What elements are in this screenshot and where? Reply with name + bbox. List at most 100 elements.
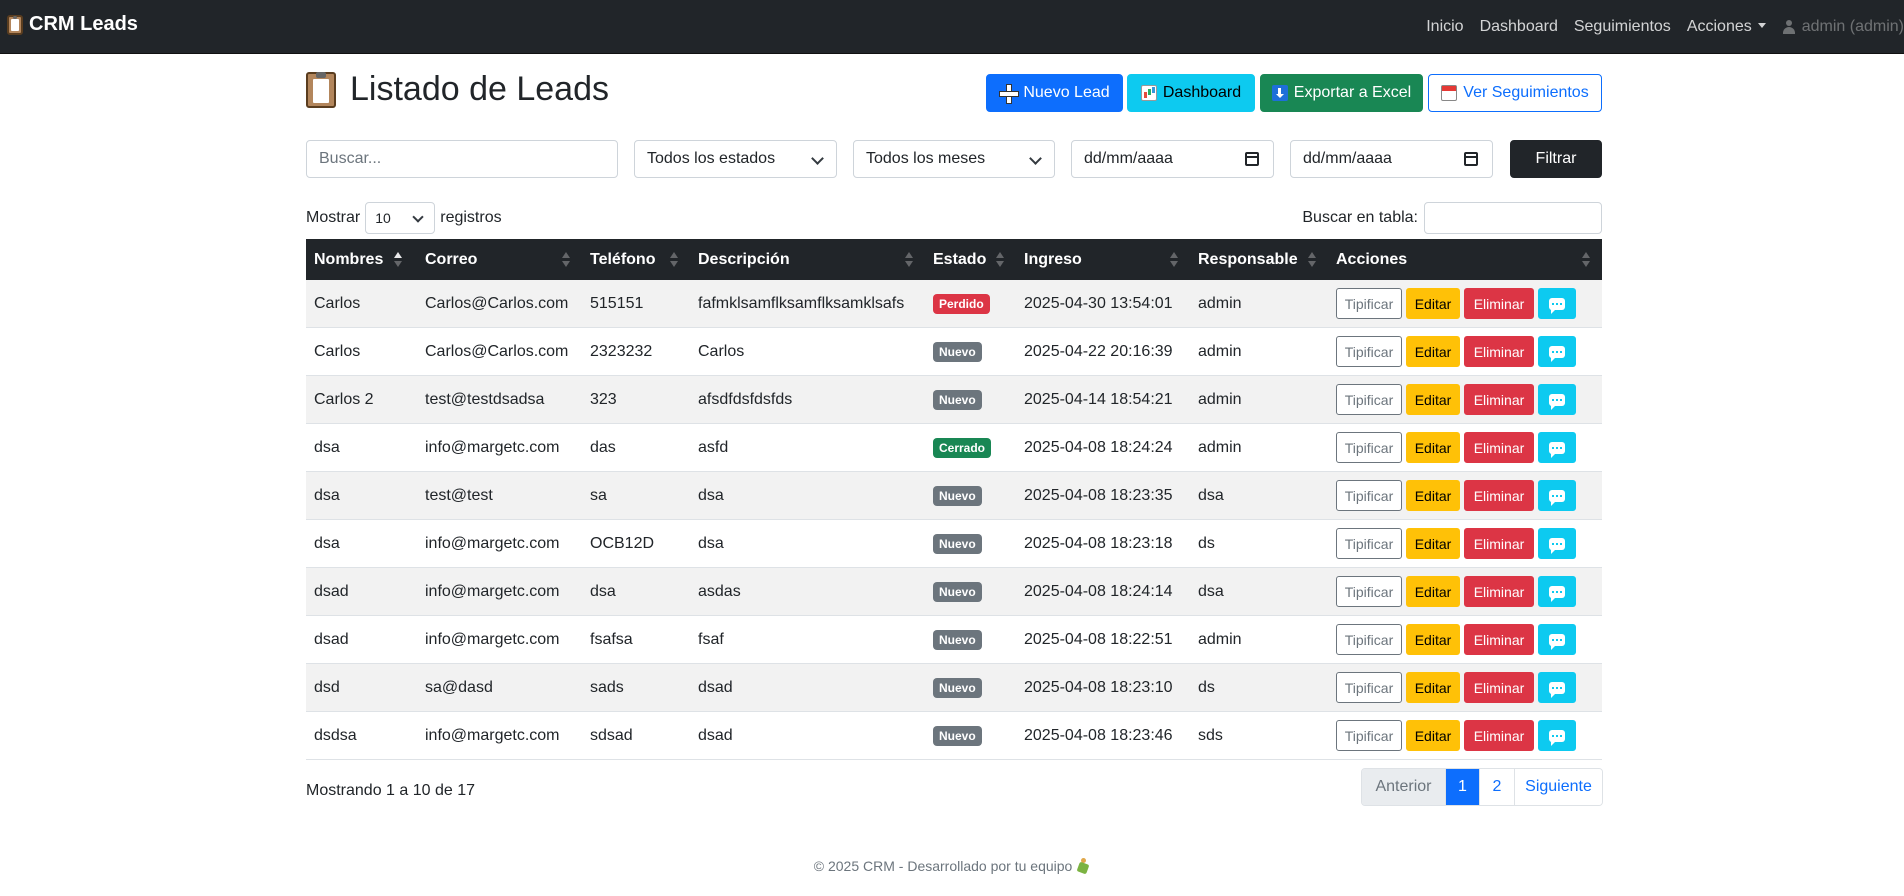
calendar-icon[interactable] [1245, 152, 1259, 166]
status-select[interactable]: Todos los estados [634, 140, 837, 178]
status-badge: Nuevo [933, 725, 982, 746]
cell-descripcion: Carlos [698, 342, 745, 360]
column-header-6[interactable]: Responsable [1190, 239, 1298, 280]
column-header-3[interactable]: Descripción [690, 239, 790, 280]
cell-correo: test@testdsadsa [425, 390, 545, 408]
cell-ingreso: 2025-04-08 18:24:14 [1024, 582, 1173, 600]
date-to-input[interactable]: dd/mm/aaaa [1290, 140, 1493, 178]
row-actions: Tipificar Editar Eliminar [1336, 712, 1586, 759]
status-badge: Cerrado [933, 437, 992, 458]
tipificar-button[interactable]: Tipificar [1336, 576, 1402, 607]
cell-telefono: fsafsa [590, 630, 633, 648]
tipificar-button[interactable]: Tipificar [1336, 720, 1402, 751]
comment-button[interactable] [1538, 528, 1576, 559]
delete-button[interactable]: Eliminar [1464, 288, 1534, 319]
delete-button[interactable]: Eliminar [1464, 576, 1534, 607]
cell-ingreso: 2025-04-08 18:23:46 [1024, 726, 1173, 744]
cell-nombres: Carlos [314, 342, 361, 360]
brand-link[interactable]: CRM Leads [7, 13, 138, 36]
comment-button[interactable] [1538, 432, 1576, 463]
nav-seguimientos[interactable]: Seguimientos [1574, 18, 1671, 36]
column-header-1[interactable]: Correo [417, 239, 477, 280]
calendar-icon[interactable] [1464, 152, 1478, 166]
delete-button[interactable]: Eliminar [1464, 336, 1534, 367]
comment-button[interactable] [1538, 480, 1576, 511]
column-header-2[interactable]: Teléfono [582, 239, 655, 280]
nav-dashboard[interactable]: Dashboard [1480, 18, 1558, 36]
tipificar-button[interactable]: Tipificar [1336, 432, 1402, 463]
column-header-0[interactable]: Nombres [306, 239, 383, 280]
pagination-previous[interactable]: Anterior [1362, 769, 1445, 805]
delete-button[interactable]: Eliminar [1464, 528, 1534, 559]
tipificar-button[interactable]: Tipificar [1336, 624, 1402, 655]
pagination-page-1[interactable]: 1 [1445, 769, 1479, 805]
delete-button[interactable]: Eliminar [1464, 384, 1534, 415]
tipificar-button[interactable]: Tipificar [1336, 336, 1402, 367]
page-title: Listado de Leads [306, 70, 609, 109]
page-length-control: Mostrar 10 registros [306, 202, 502, 234]
edit-button[interactable]: Editar [1406, 624, 1460, 655]
comment-button[interactable] [1538, 288, 1576, 319]
delete-button[interactable]: Eliminar [1464, 432, 1534, 463]
pagination-page-2[interactable]: 2 [1479, 769, 1514, 805]
edit-button[interactable]: Editar [1406, 288, 1460, 319]
column-header-7[interactable]: Acciones [1328, 239, 1407, 280]
nav-links: Inicio Dashboard Seguimientos Acciones a… [1426, 0, 1904, 54]
delete-button[interactable]: Eliminar [1464, 480, 1534, 511]
dashboard-button[interactable]: Dashboard [1127, 74, 1255, 112]
edit-button[interactable]: Editar [1406, 672, 1460, 703]
comment-button[interactable] [1538, 672, 1576, 703]
nav-inicio[interactable]: Inicio [1426, 18, 1463, 36]
cell-telefono: OCB12D [590, 534, 655, 552]
export-excel-button[interactable]: Exportar a Excel [1260, 74, 1423, 112]
comment-button[interactable] [1538, 624, 1576, 655]
edit-button[interactable]: Editar [1406, 480, 1460, 511]
edit-button[interactable]: Editar [1406, 336, 1460, 367]
new-lead-button[interactable]: Nuevo Lead [986, 74, 1123, 112]
column-header-4[interactable]: Estado [925, 239, 986, 280]
page-length-select[interactable]: 10 [365, 202, 436, 234]
comment-button[interactable] [1538, 720, 1576, 751]
view-followups-button[interactable]: Ver Seguimientos [1428, 74, 1602, 112]
cell-telefono: 2323232 [590, 342, 653, 360]
status-badge: Nuevo [933, 533, 982, 554]
cell-ingreso: 2025-04-08 18:24:24 [1024, 438, 1173, 456]
sort-icon [905, 252, 913, 268]
date-to-value: dd/mm/aaaa [1303, 150, 1392, 167]
comment-button[interactable] [1538, 384, 1576, 415]
tipificar-button[interactable]: Tipificar [1336, 384, 1402, 415]
tipificar-button[interactable]: Tipificar [1336, 288, 1402, 319]
pagination-next[interactable]: Siguiente [1514, 769, 1602, 805]
delete-button[interactable]: Eliminar [1464, 624, 1534, 655]
edit-button[interactable]: Editar [1406, 720, 1460, 751]
plus-icon [999, 84, 1020, 104]
sort-icon [1308, 252, 1316, 268]
status-badge: Nuevo [933, 677, 982, 698]
comment-button[interactable] [1538, 576, 1576, 607]
table-row: Carlos Carlos@Carlos.com 2323232 Carlos Nuev… [306, 328, 1602, 376]
table-search: Buscar en tabla: [1302, 202, 1602, 234]
comment-button[interactable] [1538, 336, 1576, 367]
edit-button[interactable]: Editar [1406, 384, 1460, 415]
date-from-input[interactable]: dd/mm/aaaa [1071, 140, 1274, 178]
cell-ingreso: 2025-04-08 18:23:10 [1024, 678, 1173, 696]
status-badge: Nuevo [933, 629, 982, 650]
tipificar-button[interactable]: Tipificar [1336, 480, 1402, 511]
edit-button[interactable]: Editar [1406, 576, 1460, 607]
nav-acciones-dropdown[interactable]: Acciones [1687, 18, 1766, 36]
tipificar-button[interactable]: Tipificar [1336, 528, 1402, 559]
delete-button[interactable]: Eliminar [1464, 720, 1534, 751]
search-input[interactable]: Buscar... [306, 140, 618, 178]
delete-button[interactable]: Eliminar [1464, 672, 1534, 703]
table-search-input[interactable] [1424, 202, 1602, 234]
nav-user[interactable]: admin (admin) [1782, 18, 1904, 36]
cell-telefono: 323 [590, 390, 617, 408]
edit-button[interactable]: Editar [1406, 432, 1460, 463]
filter-button[interactable]: Filtrar [1510, 140, 1602, 178]
bar-chart-icon [1140, 85, 1157, 101]
column-header-5[interactable]: Ingreso [1016, 239, 1082, 280]
cell-nombres: Carlos 2 [314, 390, 374, 408]
edit-button[interactable]: Editar [1406, 528, 1460, 559]
tipificar-button[interactable]: Tipificar [1336, 672, 1402, 703]
month-select[interactable]: Todos los meses [853, 140, 1055, 178]
